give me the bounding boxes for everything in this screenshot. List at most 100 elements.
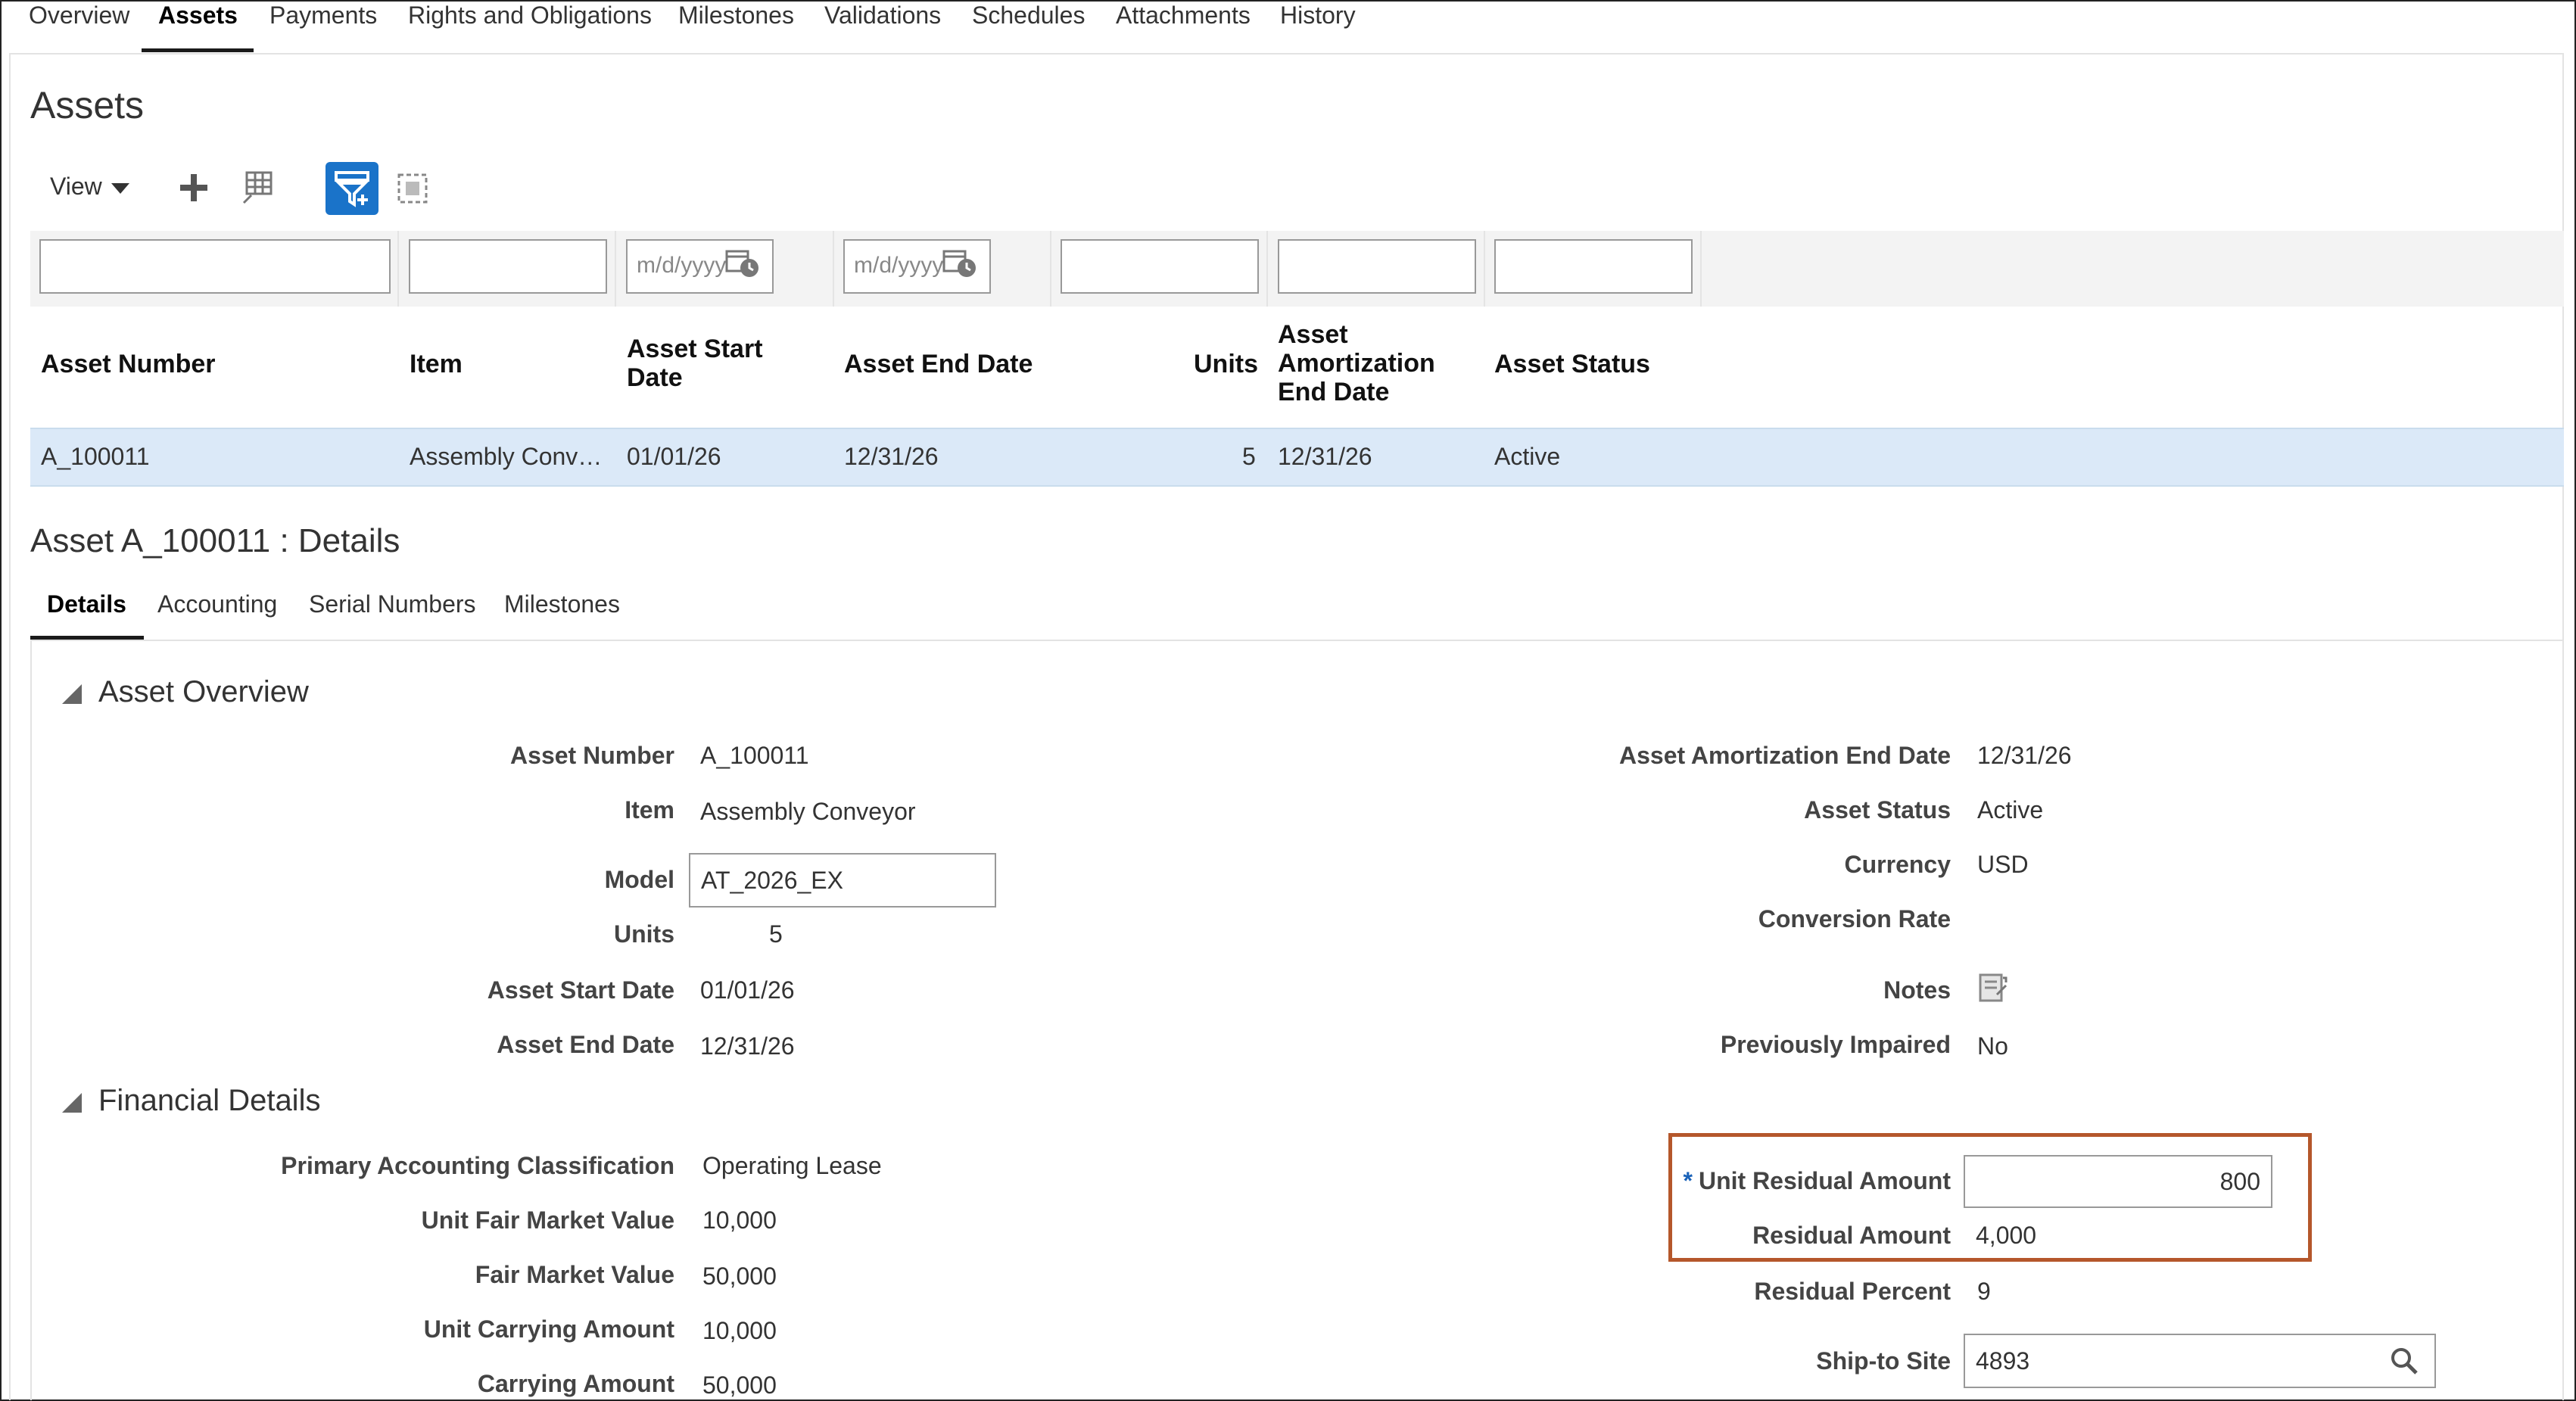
asset-number-label: Asset Number: [510, 742, 674, 769]
column-header-asset-status[interactable]: Asset Status: [1494, 350, 1650, 378]
details-heading: Asset A_100011 : Details: [30, 522, 400, 559]
carrying-amount-label: Carrying Amount: [477, 1370, 674, 1397]
end-date-placeholder: m/d/yyyy: [854, 253, 944, 278]
asset-overview-header[interactable]: Asset Overview: [98, 675, 309, 709]
divider: [615, 231, 616, 307]
fair-market-value-label: Fair Market Value: [475, 1261, 674, 1288]
ship-to-site-input[interactable]: 4893: [1964, 1334, 2436, 1388]
item-value: Assembly Conveyor: [700, 798, 916, 825]
residual-percent-value: 9: [1977, 1278, 1991, 1305]
amortization-end-date-label: Asset Amortization End Date: [1619, 742, 1951, 769]
notes-label: Notes: [1883, 976, 1951, 1004]
asset-status-label: Asset Status: [1804, 796, 1951, 823]
amortization-end-date-value: 12/31/26: [1977, 742, 2072, 769]
unit-residual-amount-label: * Unit Residual Amount: [1684, 1167, 1951, 1195]
item-filter[interactable]: [409, 239, 607, 294]
tab-rights-and-obligations[interactable]: Rights and Obligations: [408, 2, 652, 30]
header-line: Asset: [1278, 320, 1348, 349]
cell-end-date: 12/31/26: [844, 443, 939, 470]
asset-end-date-value: 12/31/26: [700, 1032, 795, 1060]
subtab-details[interactable]: Details: [47, 590, 126, 618]
currency-value: USD: [1977, 851, 2029, 878]
tab-overview[interactable]: Overview: [29, 2, 129, 30]
tab-milestones[interactable]: Milestones: [678, 2, 794, 30]
conversion-rate-label: Conversion Rate: [1758, 905, 1951, 932]
primary-accounting-classification-value: Operating Lease: [702, 1152, 882, 1179]
subtab-accounting[interactable]: Accounting: [157, 590, 277, 618]
freeze-columns-icon[interactable]: [241, 171, 274, 204]
header-line: End Date: [1278, 378, 1390, 406]
financial-details-header[interactable]: Financial Details: [98, 1084, 320, 1118]
tab-assets[interactable]: Assets: [158, 2, 238, 30]
collapse-triangle-icon[interactable]: [62, 684, 82, 704]
detach-icon[interactable]: [397, 173, 428, 204]
asset-end-date-label: Asset End Date: [497, 1031, 674, 1058]
asset-start-date-label: Asset Start Date: [487, 976, 674, 1004]
column-header-asset-number[interactable]: Asset Number: [41, 350, 216, 378]
divider: [833, 231, 834, 307]
tab-schedules[interactable]: Schedules: [972, 2, 1085, 30]
cell-asset-status: Active: [1494, 443, 1561, 470]
asset-number-filter[interactable]: [39, 239, 391, 294]
unit-residual-amount-input[interactable]: 800: [1964, 1155, 2272, 1208]
view-menu-button[interactable]: View: [50, 173, 129, 201]
header-line: Date: [627, 363, 683, 392]
notes-icon[interactable]: [1977, 972, 2009, 1004]
tab-validations[interactable]: Validations: [824, 2, 941, 30]
divider: [1700, 231, 1702, 307]
divider: [1266, 231, 1268, 307]
residual-amount-value: 4,000: [1976, 1222, 2037, 1249]
cell-amortization-end-date: 12/31/26: [1278, 443, 1372, 470]
calendar-icon[interactable]: [942, 247, 979, 280]
add-icon[interactable]: [179, 173, 209, 203]
unit-fair-market-value-label: Unit Fair Market Value: [421, 1206, 674, 1234]
cell-item: Assembly Conv…: [410, 443, 603, 470]
header-line: Asset Start: [627, 335, 763, 363]
required-indicator: *: [1683, 1167, 1693, 1194]
column-header-asset-amortization-end-date[interactable]: Asset Amortization End Date: [1278, 320, 1435, 406]
subtab-serial-numbers[interactable]: Serial Numbers: [309, 590, 476, 618]
unit-fair-market-value-value: 10,000: [702, 1206, 777, 1234]
asset-number-value: A_100011: [700, 742, 809, 769]
subtab-milestones[interactable]: Milestones: [504, 590, 620, 618]
calendar-icon[interactable]: [725, 247, 762, 280]
query-by-example-icon: [335, 171, 369, 207]
units-label: Units: [614, 920, 674, 948]
ship-to-site-label: Ship-to Site: [1816, 1347, 1951, 1375]
previously-impaired-value: No: [1977, 1032, 2008, 1060]
unit-carrying-amount-label: Unit Carrying Amount: [423, 1315, 674, 1343]
asset-status-value: Active: [1977, 796, 2044, 823]
collapse-triangle-icon[interactable]: [62, 1093, 82, 1113]
column-header-item[interactable]: Item: [410, 350, 463, 378]
divider: [397, 231, 399, 307]
divider: [9, 53, 11, 1400]
item-label: Item: [625, 796, 674, 823]
query-by-example-button[interactable]: [326, 162, 378, 215]
tab-attachments[interactable]: Attachments: [1116, 2, 1251, 30]
carrying-amount-value: 50,000: [702, 1371, 777, 1399]
divider: [30, 640, 32, 1400]
currency-label: Currency: [1844, 851, 1951, 878]
view-label: View: [50, 173, 102, 200]
column-header-asset-end-date[interactable]: Asset End Date: [844, 350, 1033, 378]
asset-start-date-value: 01/01/26: [700, 976, 795, 1004]
tab-payments[interactable]: Payments: [269, 2, 377, 30]
search-icon[interactable]: [2389, 1346, 2419, 1376]
asset-status-filter[interactable]: [1494, 239, 1693, 294]
residual-amount-label: Residual Amount: [1752, 1222, 1951, 1249]
column-header-units[interactable]: Units: [1194, 350, 1258, 378]
divider: [1484, 231, 1485, 307]
column-header-asset-start-date[interactable]: Asset Start Date: [627, 335, 763, 392]
amortization-end-date-filter[interactable]: [1278, 239, 1476, 294]
cell-asset-number[interactable]: A_100011: [41, 443, 150, 471]
unit-carrying-amount-value: 10,000: [702, 1317, 777, 1344]
page-title: Assets: [30, 84, 145, 126]
units-filter[interactable]: [1061, 239, 1259, 294]
active-tab-indicator: [142, 48, 254, 52]
residual-percent-label: Residual Percent: [1754, 1278, 1951, 1305]
unit-residual-amount-label-text: Unit Residual Amount: [1698, 1167, 1951, 1194]
tab-history[interactable]: History: [1280, 2, 1356, 30]
divider: [30, 640, 2564, 641]
previously-impaired-label: Previously Impaired: [1720, 1031, 1951, 1058]
model-input[interactable]: AT_2026_EX: [689, 853, 996, 908]
